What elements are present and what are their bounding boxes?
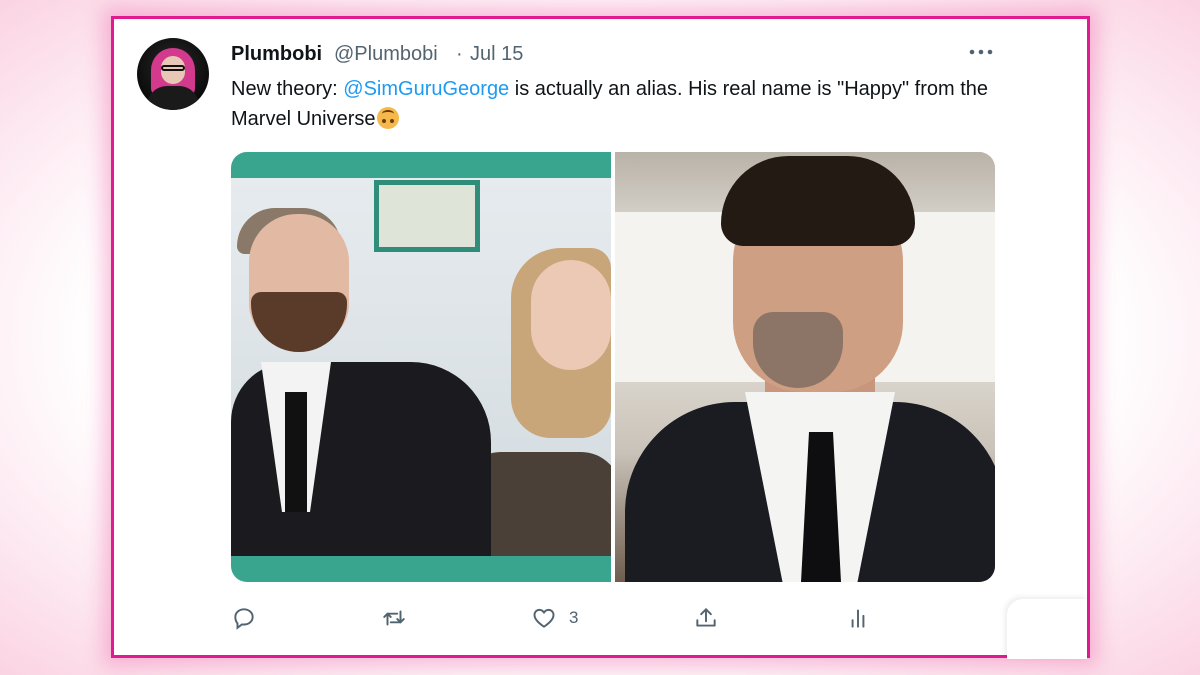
share-button[interactable] <box>693 603 719 633</box>
display-name[interactable]: Plumbobi <box>231 43 322 66</box>
avatar[interactable] <box>137 38 209 110</box>
upside-down-face-emoji-icon <box>377 107 400 129</box>
tweet-card: Plumbobi @Plumbobi · Jul 15 New theory: … <box>111 16 1090 659</box>
separator-dot: · <box>456 43 463 65</box>
scroll-edge <box>1007 599 1087 659</box>
analytics-button[interactable] <box>845 603 871 633</box>
photo-left[interactable] <box>231 152 611 582</box>
mention-link[interactable]: @SimGuruGeorge <box>343 78 509 100</box>
tweet-text: New theory: @SimGuruGeorge is actually a… <box>231 74 1001 134</box>
reply-button[interactable] <box>231 603 257 633</box>
user-handle[interactable]: @Plumbobi <box>334 43 438 66</box>
like-button[interactable]: 3 <box>531 603 578 633</box>
photo-right[interactable] <box>615 152 995 582</box>
retweet-icon <box>383 610 405 626</box>
heart-icon <box>533 608 555 628</box>
retweet-button[interactable] <box>381 603 407 633</box>
tweet-date[interactable]: Jul 15 <box>470 43 523 66</box>
share-icon <box>696 608 716 627</box>
more-dots-icon <box>969 49 993 55</box>
reply-icon <box>234 608 254 630</box>
more-options-button[interactable] <box>966 37 996 67</box>
tweet-text-intro: New theory: <box>231 78 344 100</box>
analytics-icon <box>851 609 865 628</box>
tweet-actions: 3 <box>231 603 991 633</box>
tweet-media[interactable] <box>231 152 995 582</box>
like-count: 3 <box>569 608 579 627</box>
